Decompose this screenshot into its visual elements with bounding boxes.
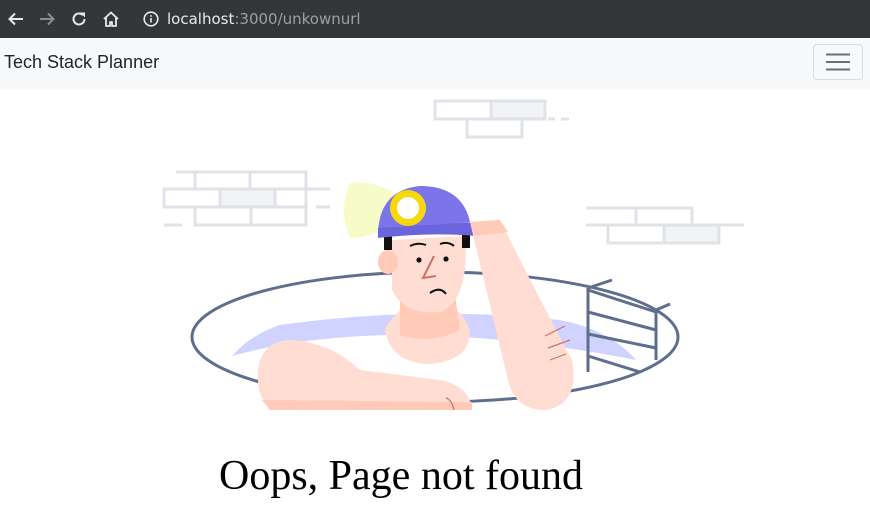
worker-in-manhole-illustration xyxy=(162,99,744,411)
url-host: localhost xyxy=(167,10,235,28)
menu-toggle-button[interactable] xyxy=(813,44,863,80)
browser-toolbar: localhost:3000/unkownurl xyxy=(0,0,870,38)
back-arrow-icon[interactable] xyxy=(6,9,26,29)
hamburger-icon xyxy=(826,53,850,71)
url-path: :3000/unkownurl xyxy=(234,10,361,28)
page-not-found-heading: Oops, Page not found xyxy=(219,453,583,499)
address-bar[interactable]: localhost:3000/unkownurl xyxy=(167,0,361,38)
bricks-right xyxy=(586,206,744,245)
navbar-brand[interactable]: Tech Stack Planner xyxy=(4,52,159,73)
forward-arrow-icon[interactable] xyxy=(37,9,57,29)
bricks-left xyxy=(162,170,330,227)
bricks-top xyxy=(433,99,569,139)
info-icon[interactable] xyxy=(141,9,161,29)
reload-icon[interactable] xyxy=(69,9,89,29)
navbar: Tech Stack Planner xyxy=(0,38,870,89)
home-icon[interactable] xyxy=(101,9,121,29)
